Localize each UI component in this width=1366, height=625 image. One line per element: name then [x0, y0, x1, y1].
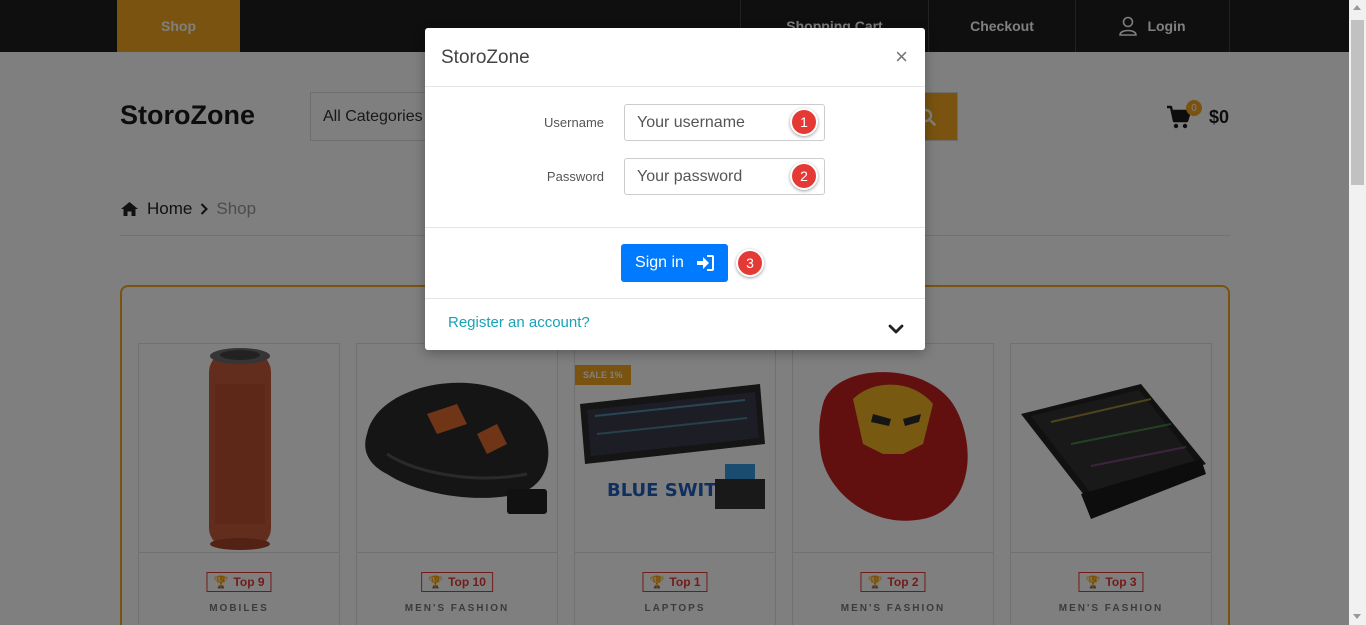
modal-divider [425, 298, 925, 299]
sign-in-icon [696, 255, 714, 271]
username-label: Username [544, 115, 604, 130]
step-marker: 1 [790, 108, 818, 136]
password-label: Password [546, 169, 604, 184]
page-scrollbar[interactable] [1349, 0, 1366, 625]
modal-divider [425, 227, 925, 228]
scroll-down-icon[interactable] [1353, 614, 1361, 619]
password-row: Password 2 [425, 158, 925, 196]
sign-in-label: Sign in [635, 254, 684, 271]
register-link[interactable]: Register an account? [448, 314, 590, 331]
close-button[interactable]: × [895, 46, 908, 68]
scroll-up-icon[interactable] [1353, 5, 1361, 10]
modal-header: StoroZone × [425, 28, 925, 87]
modal-title: StoroZone [441, 47, 530, 68]
scrollbar-thumb[interactable] [1351, 20, 1364, 185]
login-modal: StoroZone × Username 1 Password 2 Sign i… [425, 28, 925, 350]
step-marker: 2 [790, 162, 818, 190]
sign-in-button[interactable]: Sign in [621, 244, 728, 282]
username-row: Username 1 [425, 104, 925, 142]
step-marker: 3 [736, 249, 764, 277]
chevron-down-icon[interactable] [888, 321, 904, 337]
